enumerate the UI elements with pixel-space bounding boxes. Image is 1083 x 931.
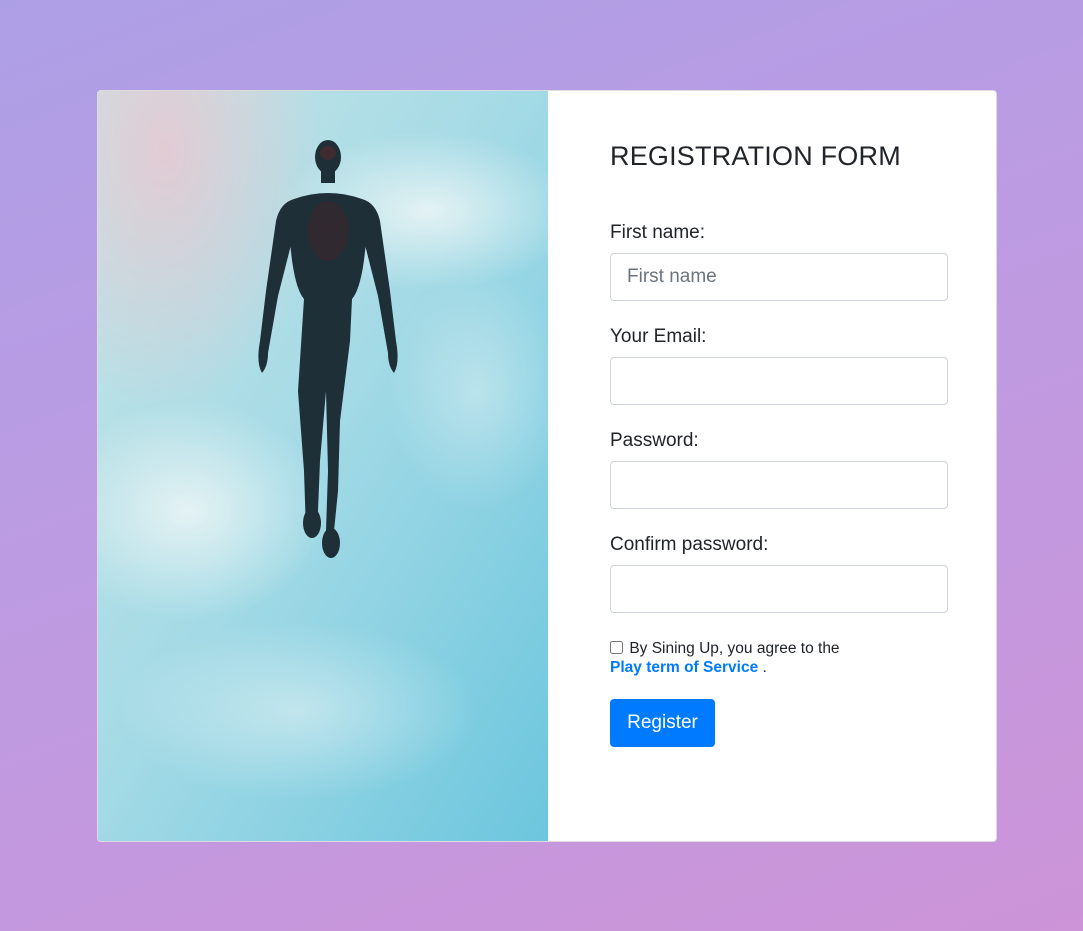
email-label: Your Email:	[610, 326, 707, 347]
password-input[interactable]	[610, 461, 948, 509]
confirm-password-input[interactable]	[610, 565, 948, 613]
first-name-input[interactable]	[610, 253, 948, 301]
terms-text: By Sining Up, you agree to the	[629, 640, 840, 657]
terms-of-service-link[interactable]: Play term of Service	[610, 659, 758, 676]
form-panel: REGISTRATION FORM First name: Your Email…	[548, 91, 996, 841]
password-label: Password:	[610, 430, 699, 451]
confirm-password-label: Confirm password:	[610, 534, 769, 555]
first-name-label: First name:	[610, 222, 706, 243]
hero-image	[98, 91, 548, 841]
form-title: REGISTRATION FORM	[610, 141, 901, 171]
registration-card: REGISTRATION FORM First name: Your Email…	[97, 90, 997, 842]
email-input[interactable]	[610, 357, 948, 405]
register-button[interactable]: Register	[610, 699, 715, 747]
floating-figure-sky-image	[98, 91, 548, 841]
terms-agreement: By Sining Up, you agree to the Play term…	[610, 639, 910, 677]
terms-end: .	[762, 659, 767, 676]
terms-checkbox[interactable]	[610, 641, 623, 654]
